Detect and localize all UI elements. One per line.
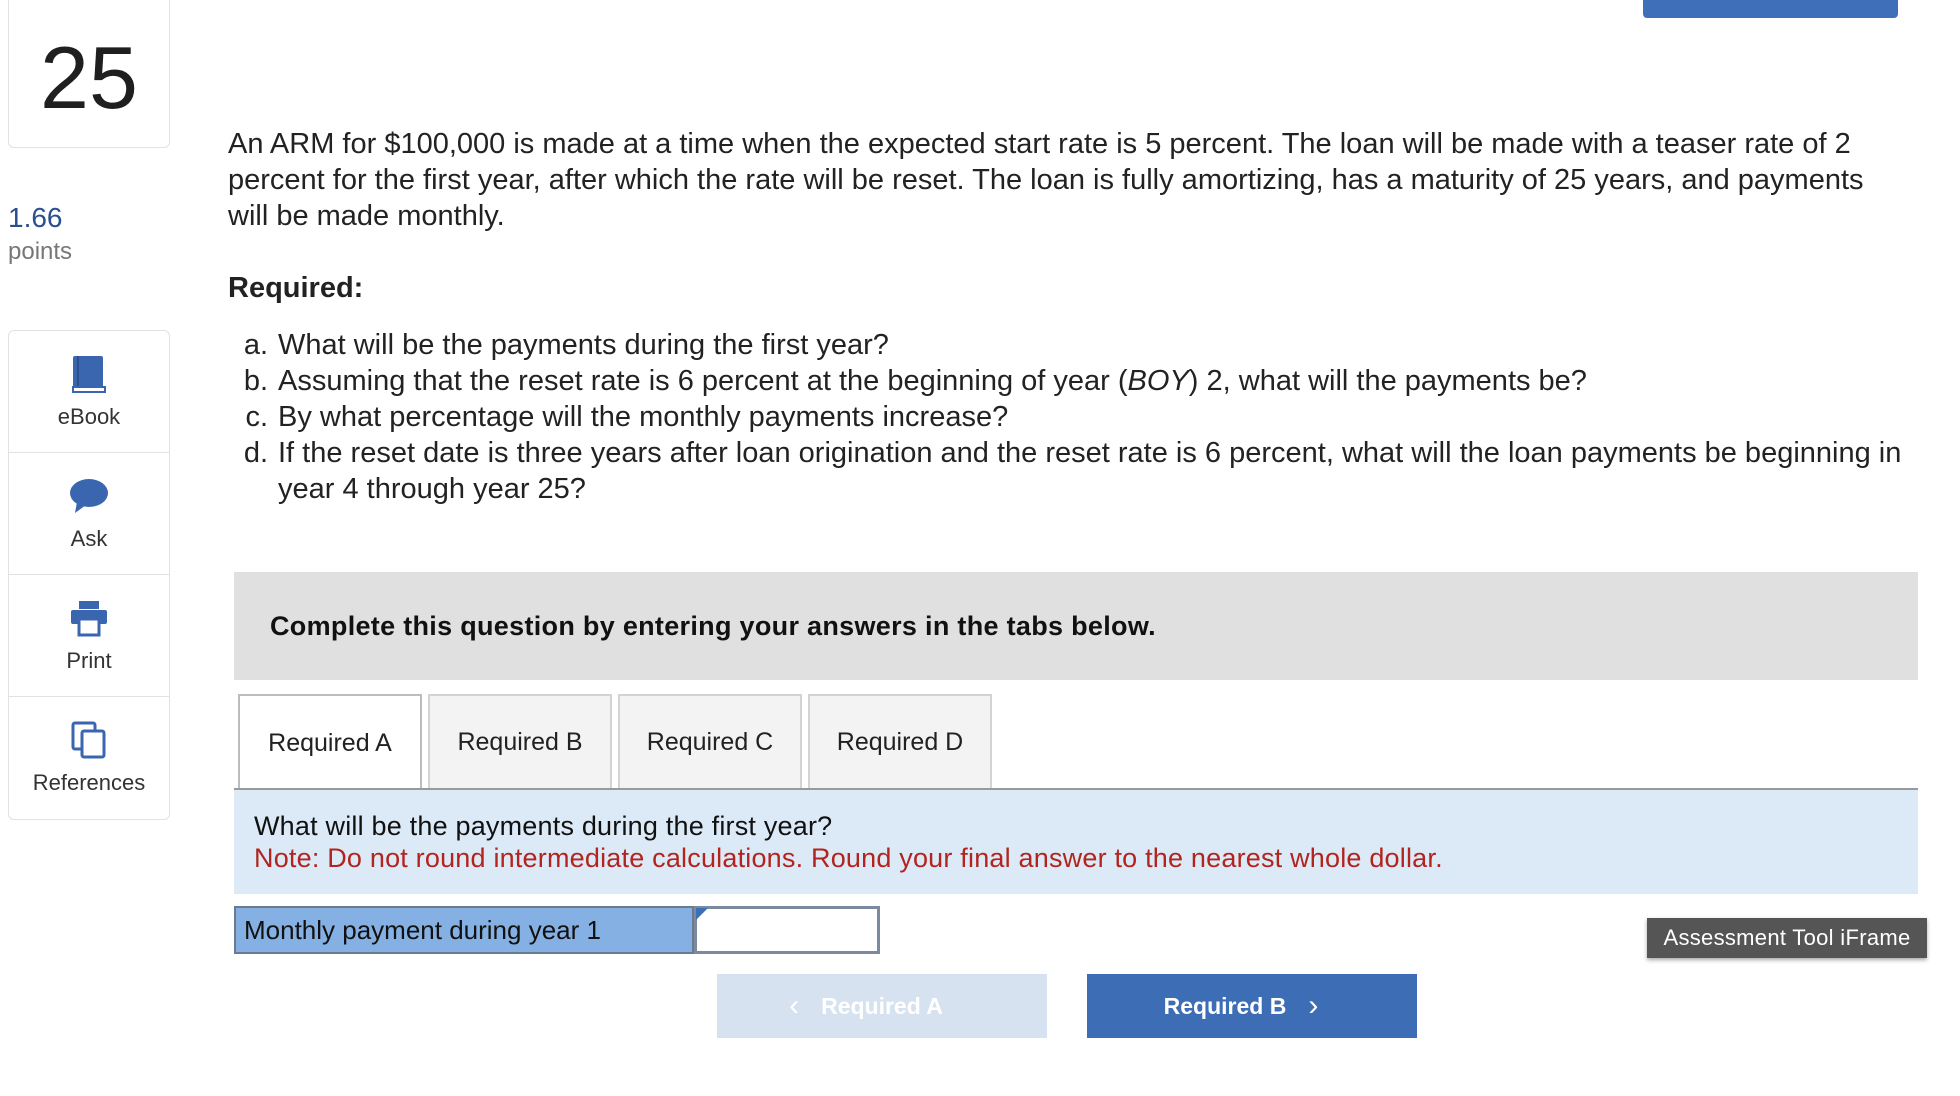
item-letter: d. [243,437,268,469]
references-label: References [32,770,146,795]
instruction-text: Complete this question by entering your … [270,610,1156,641]
item-letter: b. [243,365,268,397]
points-label: points [8,238,73,265]
item-letter: a. [243,329,268,361]
prev-label: Required A [821,992,943,1019]
assessment-iframe-label: Assessment Tool iFrame [1647,918,1927,958]
cell-corner-flag-icon [696,908,708,920]
item-text: If the reset date is three years after l… [278,437,1902,505]
problem-content: An ARM for $100,000 is made at a time wh… [228,126,1908,507]
question-number: 25 [40,28,138,127]
question-number-box: 25 [8,0,170,148]
required-list: a. What will be the payments during the … [228,327,1908,507]
panel-question: What will be the payments during the fir… [254,811,833,841]
ask-button[interactable]: Ask [9,453,169,575]
tab-required-a[interactable]: Required A [238,694,422,790]
item-text: By what percentage will the monthly paym… [278,401,1009,433]
ebook-label: eBook [57,403,121,429]
required-heading: Required: [228,272,364,304]
top-action-button[interactable] [1643,0,1898,18]
prev-required-button[interactable]: ‹ Required A › [717,974,1047,1038]
tab-required-b[interactable]: Required B [428,694,612,788]
panel-note: Note: Do not round intermediate calculat… [254,843,1443,873]
answer-label: Monthly payment during year 1 [234,906,694,954]
chat-bubble-icon [69,476,109,516]
required-tabs: Required A Required B Required C Require… [238,694,998,790]
monthly-payment-input[interactable] [697,909,877,951]
answer-cell [694,906,880,954]
item-text: Assuming that the reset rate is 6 percen… [278,365,1587,397]
printer-icon [69,598,109,638]
references-button[interactable]: References [9,697,169,819]
list-item: c. By what percentage will the monthly p… [228,399,1908,435]
book-icon [69,354,109,394]
next-label: Required B [1163,992,1287,1019]
answer-row: Monthly payment during year 1 [234,906,880,954]
chevron-left-icon: ‹ [789,989,800,1022]
print-label: Print [66,647,112,673]
tab-required-d[interactable]: Required D [808,694,992,788]
question-panel: What will be the payments during the fir… [234,790,1918,894]
print-button[interactable]: Print [9,575,169,697]
list-item: b. Assuming that the reset rate is 6 per… [228,363,1908,399]
next-required-button[interactable]: Required B › [1087,974,1417,1038]
tab-required-c[interactable]: Required C [618,694,802,788]
list-item: d. If the reset date is three years afte… [228,435,1908,507]
side-tools-panel: eBook Ask Print References [8,330,170,820]
instruction-banner: Complete this question by entering your … [234,572,1918,680]
copy-documents-icon [69,720,109,760]
points-value: 1.66 [8,202,63,233]
ebook-button[interactable]: eBook [9,331,169,453]
problem-text: An ARM for $100,000 is made at a time wh… [228,128,1864,232]
list-item: a. What will be the payments during the … [228,327,1908,363]
ask-label: Ask [70,525,108,551]
item-text: What will be the payments during the fir… [278,329,889,361]
chevron-right-icon: › [1308,989,1319,1022]
item-letter: c. [245,401,268,433]
